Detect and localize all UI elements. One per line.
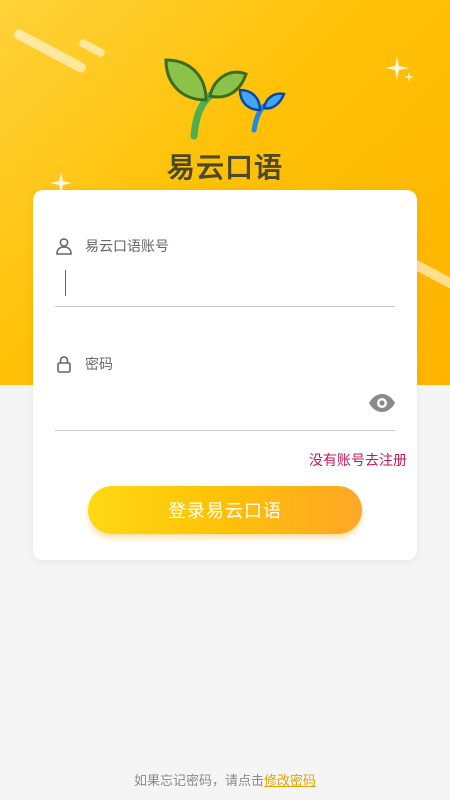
forgot-hint-text: 如果忘记密码，请点击 — [133, 774, 264, 789]
user-icon — [55, 237, 73, 255]
text-caret — [65, 270, 66, 296]
register-link[interactable]: 没有账号去注册 — [309, 450, 407, 470]
sparkle-icon — [385, 56, 414, 82]
password-input[interactable] — [55, 385, 395, 425]
login-card: 易云口语账号 密码 没有账号去注册 登录易云口语 — [33, 190, 417, 560]
eye-icon[interactable] — [367, 392, 397, 414]
account-underline — [55, 306, 395, 307]
account-placeholder-text: 易云口语账号 — [85, 239, 169, 255]
lock-icon — [55, 355, 73, 373]
forgot-password-hint: 如果忘记密码，请点击修改密码 — [0, 770, 450, 789]
decor-streak — [77, 37, 107, 59]
brand-title: 易云口语 — [166, 151, 283, 184]
reset-password-link[interactable]: 修改密码 — [264, 774, 316, 789]
password-underline — [55, 430, 395, 431]
login-button[interactable]: 登录易云口语 — [88, 486, 362, 534]
account-input[interactable] — [55, 264, 395, 304]
password-field-label: 密码 — [55, 354, 113, 374]
account-field-label: 易云口语账号 — [55, 236, 169, 256]
sprout-logo-icon — [164, 58, 286, 140]
decor-streak — [12, 27, 88, 75]
password-placeholder-text: 密码 — [85, 357, 113, 373]
